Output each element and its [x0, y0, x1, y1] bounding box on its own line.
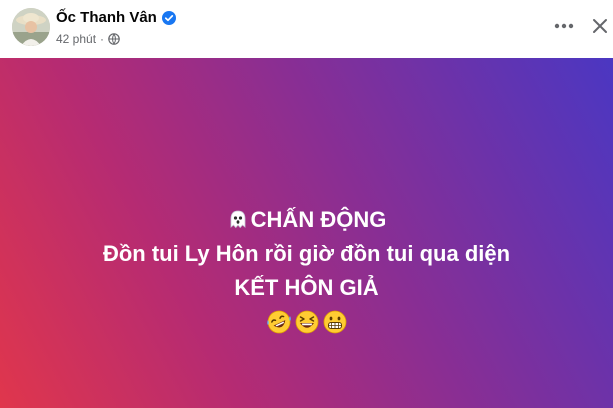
close-button[interactable] — [588, 14, 612, 38]
ghost-icon — [227, 206, 249, 229]
post-header: Ốc Thanh Vân 42 phút · — [0, 0, 613, 58]
post-line-3: KẾT HÔN GIẢ — [234, 275, 379, 300]
meta-separator: · — [100, 32, 105, 46]
post-meta: 42 phút · — [56, 32, 120, 46]
close-icon — [593, 19, 607, 33]
more-dots-icon — [554, 23, 574, 29]
rolling-laughing-icon — [266, 309, 292, 335]
author-name[interactable]: Ốc Thanh Vân — [56, 9, 157, 26]
more-options-button[interactable] — [552, 14, 576, 38]
grinning-squinting-icon — [294, 309, 320, 335]
headline-text: CHẤN ĐỘNG — [250, 207, 387, 232]
verified-badge-icon — [161, 10, 176, 25]
post-timestamp[interactable]: 42 phút — [56, 32, 96, 46]
emoji-row — [0, 309, 613, 335]
post-text: CHẤN ĐỘNG Đồn tui Ly Hôn rồi giờ đồn tui… — [0, 203, 613, 335]
post-line-1: CHẤN ĐỘNG — [0, 203, 613, 237]
avatar-photo — [12, 8, 50, 46]
author-avatar[interactable] — [12, 8, 50, 46]
grimacing-icon — [322, 309, 348, 335]
facebook-post: Ốc Thanh Vân 42 phút · CHẤN ĐỘNG Đồn tui… — [0, 0, 613, 408]
post-background-banner: CHẤN ĐỘNG Đồn tui Ly Hôn rồi giờ đồn tui… — [0, 58, 613, 408]
globe-icon[interactable] — [108, 33, 120, 45]
post-line-2: Đồn tui Ly Hôn rồi giờ đồn tui qua diện — [102, 241, 511, 266]
